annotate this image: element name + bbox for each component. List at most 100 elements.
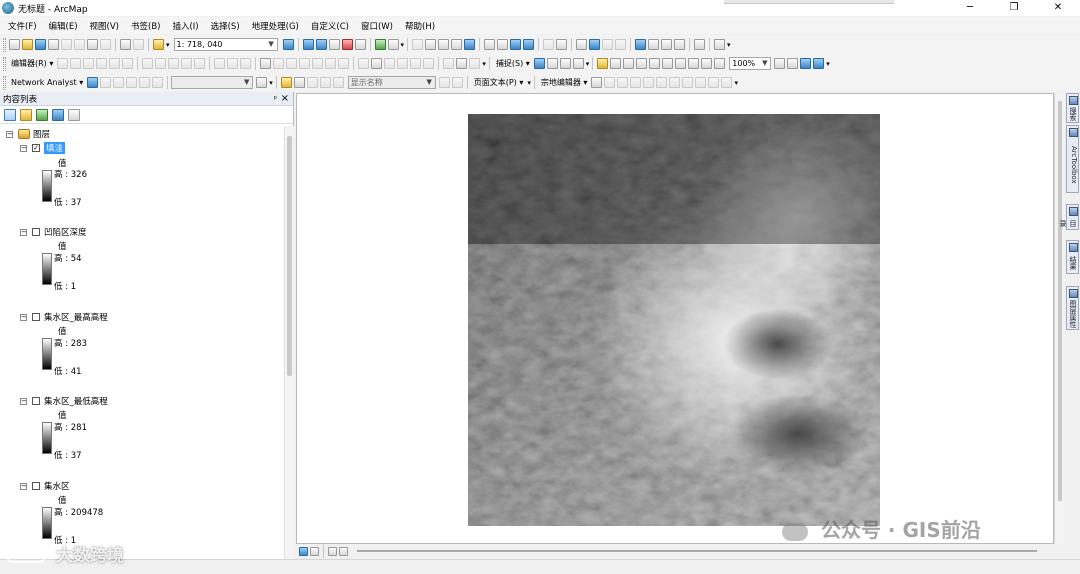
- menu-selection[interactable]: 选择(S): [211, 20, 240, 32]
- point-icon[interactable]: [122, 58, 134, 69]
- create-network-location-icon[interactable]: [100, 77, 112, 88]
- catalog-window-icon[interactable]: [315, 39, 327, 50]
- layout-view-icon[interactable]: [310, 546, 319, 556]
- point-snapping-icon[interactable]: [533, 58, 545, 69]
- pin-icon[interactable]: ᵖ: [274, 94, 277, 103]
- focus-data-frame-icon[interactable]: [787, 58, 799, 69]
- rotate-icon[interactable]: [194, 58, 206, 69]
- fixed-zoom-in-layout-icon[interactable]: [675, 58, 687, 69]
- list-by-drawing-order-icon[interactable]: [4, 108, 16, 121]
- layers-root[interactable]: − 图层: [6, 128, 50, 140]
- delete-icon[interactable]: [100, 39, 111, 50]
- page-text-menu[interactable]: 页面文本(P) ▾: [474, 77, 524, 88]
- fixed-zoom-in-icon[interactable]: [484, 39, 496, 50]
- snapping-menu[interactable]: 捕捉(S) ▾: [496, 58, 530, 69]
- parcel-plans-icon[interactable]: [708, 77, 720, 88]
- zoom-100-icon[interactable]: [662, 58, 674, 69]
- back-extent-icon[interactable]: [701, 58, 713, 69]
- zoom-out-icon[interactable]: [438, 39, 450, 50]
- reshape-icon[interactable]: [155, 58, 167, 69]
- print-icon[interactable]: [48, 39, 59, 50]
- parallel-icon[interactable]: [384, 58, 396, 69]
- zoom-whole-page-icon[interactable]: [649, 58, 661, 69]
- search-window-icon[interactable]: [328, 39, 340, 50]
- toolbar-options-icon[interactable]: ▾: [269, 79, 273, 87]
- fixed-zoom-out-icon[interactable]: [497, 39, 509, 50]
- new-document-icon[interactable]: [9, 39, 20, 50]
- layer-name[interactable]: 填洼: [44, 142, 66, 154]
- cut-polygons-icon[interactable]: [168, 58, 180, 69]
- vertex-tool-icon[interactable]: [358, 58, 370, 69]
- vertex-snapping-icon[interactable]: [559, 58, 571, 69]
- parcel-adjust-icon[interactable]: [656, 77, 668, 88]
- next-page-icon[interactable]: [438, 77, 450, 88]
- pause-drawing-icon[interactable]: [339, 546, 348, 556]
- advanced-edit-icon[interactable]: [299, 58, 311, 69]
- build-network-icon[interactable]: [152, 77, 164, 88]
- refresh-view-icon[interactable]: [328, 546, 337, 556]
- topology-icon[interactable]: [273, 58, 285, 69]
- toolbar-options-icon[interactable]: ▾: [401, 41, 405, 49]
- layer-visibility-checkbox[interactable]: [32, 397, 40, 405]
- network-analyst-window-icon[interactable]: [87, 77, 99, 88]
- layer-name[interactable]: 集水区_最低高程: [44, 395, 108, 407]
- add-data-dropdown-icon[interactable]: ▾: [166, 41, 170, 49]
- smooth-icon[interactable]: [338, 58, 350, 69]
- end-point-arc-icon[interactable]: [96, 58, 108, 69]
- first-page-icon[interactable]: [306, 77, 318, 88]
- straight-segment-icon[interactable]: [83, 58, 95, 69]
- layer-name[interactable]: 集水区_最高高程: [44, 311, 108, 323]
- open-folder-icon[interactable]: [22, 39, 33, 50]
- toolbar-options-icon[interactable]: ▾: [727, 41, 731, 49]
- layer-item[interactable]: − 凹陷区深度: [20, 226, 87, 238]
- spatial-adjust-icon[interactable]: [286, 58, 298, 69]
- edit-tool-icon[interactable]: [57, 58, 69, 69]
- side-tab-arctoolbox[interactable]: ArcToolbox: [1066, 125, 1079, 193]
- parcel-merge-icon[interactable]: [643, 77, 655, 88]
- toolbar-grip[interactable]: [3, 56, 6, 71]
- merge-icon[interactable]: [443, 58, 455, 69]
- parcel-points-icon[interactable]: [695, 77, 707, 88]
- toolbar-options-icon[interactable]: ▾: [527, 79, 531, 87]
- layout-zoom-out-icon[interactable]: [623, 58, 635, 69]
- create-features-icon[interactable]: [240, 58, 252, 69]
- toc-options-icon[interactable]: [68, 108, 80, 121]
- layer-combo[interactable]: ▼: [171, 76, 254, 89]
- pages-toolbar-icon[interactable]: [293, 77, 305, 88]
- edge-snapping-icon[interactable]: [572, 58, 584, 69]
- parcel-select-icon[interactable]: [604, 77, 616, 88]
- layer-visibility-checkbox[interactable]: [32, 228, 40, 236]
- pan-icon[interactable]: [451, 39, 463, 50]
- arctoolbox-icon[interactable]: [341, 39, 353, 50]
- split-icon[interactable]: [181, 58, 193, 69]
- minimize-button[interactable]: ─: [948, 0, 992, 16]
- data-driven-pages-icon[interactable]: [813, 58, 825, 69]
- hyperlink-icon[interactable]: [602, 39, 614, 50]
- select-move-location-icon[interactable]: [113, 77, 125, 88]
- toolbar-grip[interactable]: [3, 37, 6, 52]
- map-view[interactable]: [296, 93, 1054, 544]
- undo-icon[interactable]: [120, 39, 131, 50]
- toolbar-options-icon[interactable]: ▾: [586, 60, 590, 68]
- list-by-source-icon[interactable]: [20, 108, 32, 121]
- tools-icon[interactable]: [256, 77, 268, 88]
- georeference-icon[interactable]: [260, 58, 272, 69]
- solve-icon[interactable]: [126, 77, 138, 88]
- layer-item[interactable]: − 集水区: [20, 480, 70, 492]
- layer-item[interactable]: − 集水区_最低高程: [20, 395, 108, 407]
- layout-zoom-in-icon[interactable]: [610, 58, 622, 69]
- parcel-tool-icon[interactable]: [591, 77, 603, 88]
- python-window-icon[interactable]: [354, 39, 366, 50]
- menu-help[interactable]: 帮助(H): [405, 20, 435, 32]
- clip-icon[interactable]: [469, 58, 481, 69]
- toggle-draft-mode-icon[interactable]: [774, 58, 786, 69]
- chevron-down-icon[interactable]: ▼: [425, 78, 434, 87]
- layer-visibility-checkbox[interactable]: [32, 313, 40, 321]
- layout-pan-icon[interactable]: [636, 58, 648, 69]
- parcel-join-icon[interactable]: [617, 77, 629, 88]
- lock-icon[interactable]: [597, 58, 609, 69]
- scrollbar-thumb[interactable]: [1058, 101, 1062, 501]
- side-tab-layer-properties[interactable]: 图层属性: [1066, 286, 1079, 330]
- menu-view[interactable]: 视图(V): [90, 20, 119, 32]
- menu-windows[interactable]: 窗口(W): [361, 20, 393, 32]
